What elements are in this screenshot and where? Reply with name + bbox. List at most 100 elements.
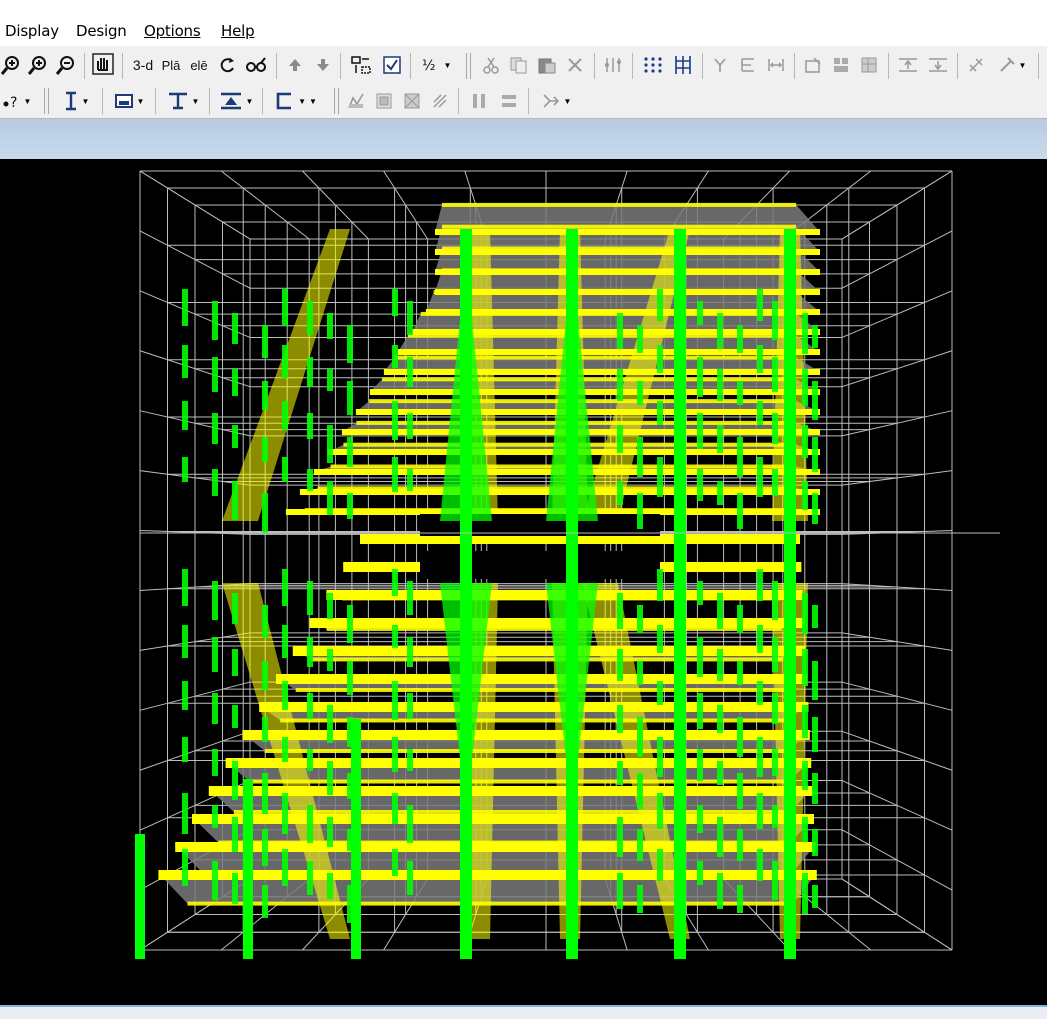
column bbox=[347, 381, 353, 415]
toolbar-separator bbox=[44, 88, 49, 114]
column bbox=[617, 649, 623, 681]
column bbox=[262, 381, 268, 410]
column bbox=[737, 381, 743, 405]
beam bbox=[395, 356, 796, 360]
column bbox=[697, 805, 703, 833]
toolbar-separator bbox=[702, 53, 703, 79]
toolbar-separator bbox=[410, 53, 411, 79]
split-horizontal-icon[interactable] bbox=[496, 87, 522, 115]
column bbox=[407, 693, 413, 719]
menu-display[interactable]: Display bbox=[5, 22, 59, 40]
menu-bar: Display Design Options Help bbox=[0, 0, 1047, 46]
scale-factor-icon[interactable]: ½ ▼ bbox=[416, 51, 456, 79]
column bbox=[182, 625, 188, 658]
pan-hand-icon[interactable] bbox=[90, 50, 116, 78]
column bbox=[182, 849, 188, 886]
frame-release-icon[interactable] bbox=[736, 51, 760, 79]
column bbox=[657, 401, 663, 425]
column bbox=[307, 581, 313, 615]
rotate-view-icon[interactable] bbox=[214, 51, 240, 79]
area-section-icon[interactable] bbox=[857, 51, 881, 79]
draw-frame-icon[interactable]: ▼ bbox=[56, 87, 96, 115]
column bbox=[717, 649, 723, 681]
mesh-icon[interactable] bbox=[400, 87, 424, 115]
menu-design[interactable]: Design bbox=[76, 22, 127, 40]
column bbox=[182, 401, 188, 430]
column bbox=[407, 301, 413, 335]
column bbox=[697, 413, 703, 449]
toolbar-separator bbox=[528, 88, 529, 114]
zoom-window-icon[interactable] bbox=[0, 51, 22, 79]
split-vertical-icon[interactable] bbox=[466, 87, 492, 115]
draw-area-icon[interactable]: ▼ bbox=[108, 87, 150, 115]
column bbox=[812, 773, 818, 804]
toolbar-separator bbox=[632, 53, 633, 79]
tools-icon[interactable]: ▼ bbox=[992, 51, 1032, 79]
plan-view-button[interactable]: Plā bbox=[158, 51, 184, 79]
move-down-icon[interactable] bbox=[312, 51, 334, 79]
paste-icon[interactable] bbox=[535, 51, 559, 79]
divide-icon[interactable] bbox=[428, 87, 452, 115]
column bbox=[327, 425, 333, 463]
column bbox=[657, 457, 663, 497]
column bbox=[617, 369, 623, 401]
snap-options-icon[interactable]: ▼ bbox=[536, 87, 576, 115]
extrude-icon[interactable] bbox=[964, 51, 988, 79]
column bbox=[392, 625, 398, 648]
perspective-icon[interactable] bbox=[242, 51, 270, 79]
column bbox=[697, 637, 703, 677]
frame-section-icon[interactable] bbox=[764, 51, 788, 79]
model-3d-viewport[interactable] bbox=[0, 159, 1047, 1005]
draw-opening-icon[interactable]: ▼▼ bbox=[268, 87, 324, 115]
draw-point-grid-icon[interactable] bbox=[640, 51, 666, 79]
story-down-icon[interactable] bbox=[925, 51, 951, 79]
draw-wall-icon[interactable]: ▼ bbox=[214, 87, 258, 115]
column bbox=[232, 425, 238, 448]
column bbox=[717, 817, 723, 857]
toolbar-separator bbox=[466, 53, 471, 79]
help-pointer-icon[interactable]: ? ▼ bbox=[0, 87, 34, 115]
column bbox=[757, 625, 763, 653]
toolbar-separator bbox=[262, 88, 263, 114]
checkbox-display-icon[interactable] bbox=[379, 51, 405, 79]
column bbox=[737, 661, 743, 685]
align-icon[interactable] bbox=[600, 51, 626, 79]
zoom-out-icon[interactable] bbox=[54, 51, 78, 79]
menu-options[interactable]: Options bbox=[144, 22, 200, 40]
column bbox=[717, 593, 723, 629]
cut-icon[interactable] bbox=[480, 51, 502, 79]
elevation-view-button[interactable]: elē bbox=[186, 51, 212, 79]
menu-help[interactable]: Help bbox=[221, 22, 254, 40]
group-icon[interactable] bbox=[829, 51, 853, 79]
column bbox=[637, 437, 643, 477]
column bbox=[637, 605, 643, 633]
beam bbox=[442, 225, 796, 229]
column bbox=[282, 569, 288, 606]
replicate-icon[interactable] bbox=[372, 87, 396, 115]
column bbox=[212, 581, 218, 620]
column bbox=[392, 681, 398, 720]
zoom-in-icon[interactable] bbox=[26, 51, 50, 79]
draw-brace-icon[interactable]: ▼ bbox=[162, 87, 204, 115]
delete-icon[interactable] bbox=[563, 51, 587, 79]
column bbox=[392, 401, 398, 440]
column bbox=[812, 381, 818, 420]
column bbox=[757, 401, 763, 425]
column bbox=[812, 493, 818, 524]
column bbox=[657, 625, 663, 653]
draw-column-icon[interactable] bbox=[670, 51, 696, 79]
move-up-icon[interactable] bbox=[284, 51, 306, 79]
story-up-icon[interactable] bbox=[895, 51, 921, 79]
column bbox=[232, 649, 238, 676]
column bbox=[182, 289, 188, 326]
column bbox=[757, 849, 763, 881]
view-3d-button[interactable]: 3-d bbox=[130, 51, 156, 79]
assign-load-icon[interactable] bbox=[801, 51, 825, 79]
column bbox=[307, 749, 313, 771]
column bbox=[812, 325, 818, 348]
copy-icon[interactable] bbox=[507, 51, 531, 79]
select-objects-icon[interactable] bbox=[347, 51, 375, 79]
edit-icon[interactable] bbox=[344, 87, 368, 115]
restraint-icon[interactable] bbox=[708, 51, 732, 79]
column bbox=[232, 817, 238, 852]
